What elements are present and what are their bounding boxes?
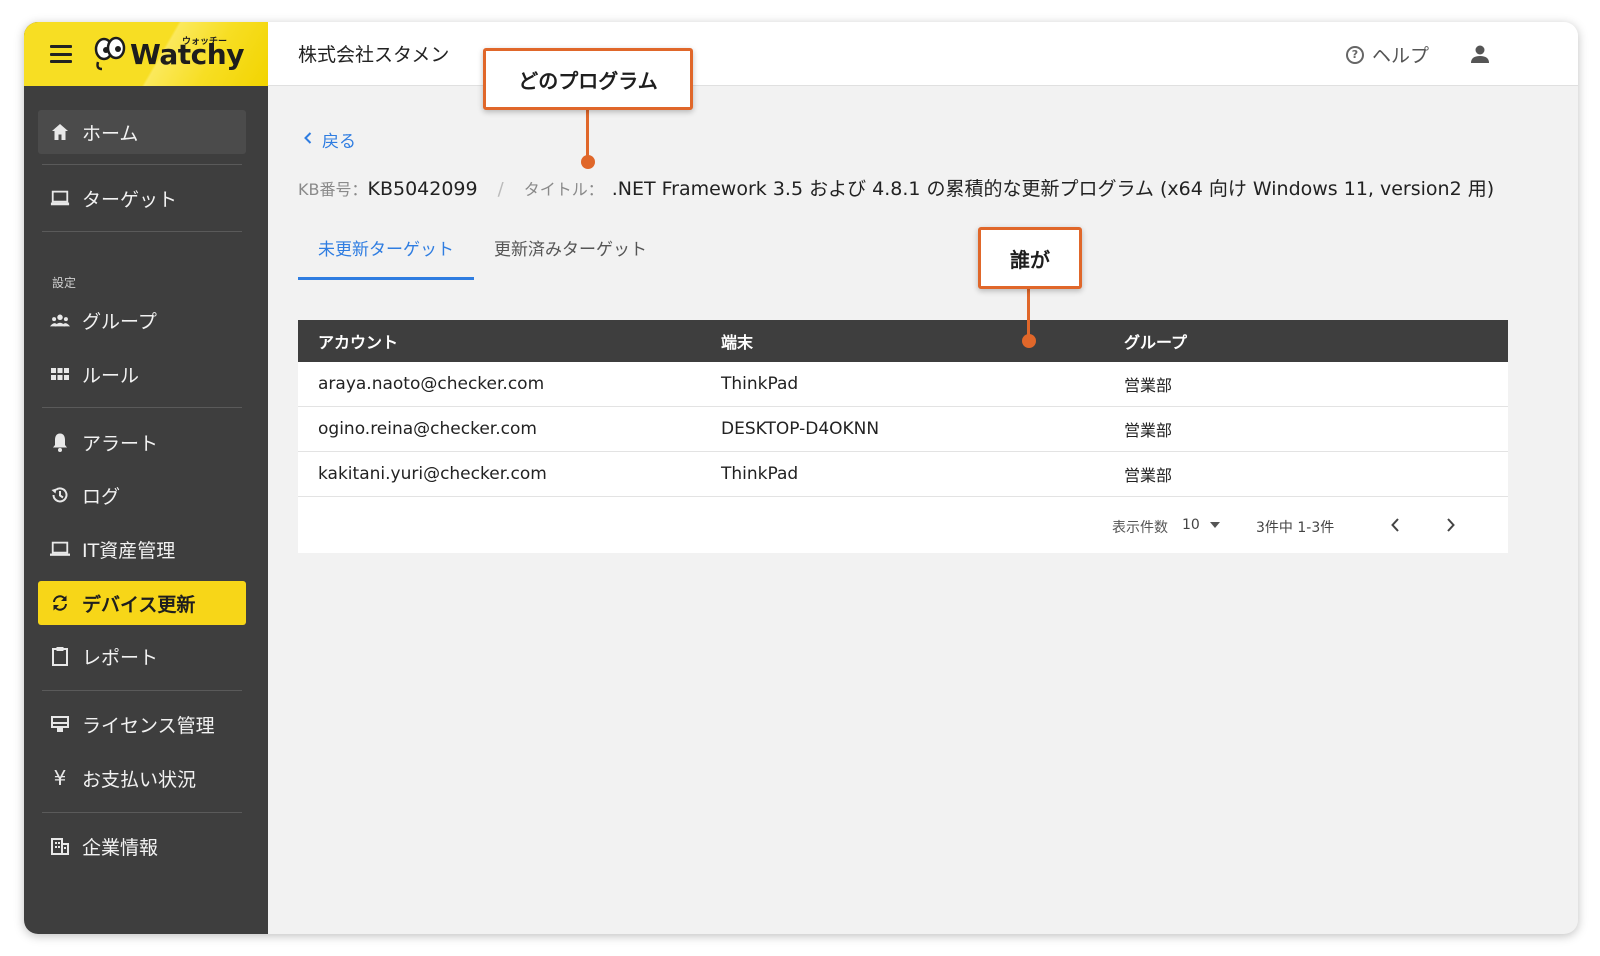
history-icon — [50, 485, 70, 505]
sidebar-item-target[interactable]: ターゲット — [38, 176, 246, 220]
yen-icon: ¥ — [53, 766, 67, 790]
callout-line-program — [586, 108, 589, 158]
sidebar-item-license[interactable]: ライセンス管理 — [38, 702, 246, 746]
logo-eyes-icon — [94, 36, 126, 71]
sidebar-item-payment[interactable]: ¥ お支払い状況 — [38, 756, 246, 800]
callout-dot-who — [1022, 334, 1036, 348]
cell-account: kakitani.yuri@checker.com — [318, 464, 547, 484]
sidebar-item-label: レポート — [82, 646, 159, 669]
sidebar-divider — [42, 407, 242, 408]
cell-group: 営業部 — [1124, 466, 1173, 485]
callout-program: どのプログラム — [483, 48, 693, 110]
page-range: 3件中 1-3件 — [1256, 520, 1335, 536]
callout-who: 誰が — [978, 227, 1082, 289]
target-tabs: 未更新ターゲット 更新済みターゲット — [298, 236, 667, 280]
help-icon: ? — [1346, 45, 1364, 64]
sidebar-item-group[interactable]: グループ — [38, 298, 246, 342]
sidebar-item-alert[interactable]: アラート — [38, 420, 246, 464]
cell-group: 営業部 — [1124, 376, 1173, 395]
sidebar-item-label: ライセンス管理 — [82, 714, 215, 737]
cell-account: araya.naoto@checker.com — [318, 374, 545, 394]
section-label-settings: 設定 — [52, 276, 77, 290]
sidebar-item-label: IT資産管理 — [82, 539, 176, 562]
sidebar-item-label: ルール — [82, 364, 140, 387]
menu-icon[interactable] — [50, 45, 72, 63]
home-icon — [50, 122, 70, 142]
help-label: ヘルプ — [1372, 45, 1430, 67]
table-header: アカウント 端末 グループ — [298, 320, 1508, 362]
main-content: 戻る KB番号： KB5042099 / タイトル： .NET Framewor… — [268, 86, 1578, 934]
cell-device: ThinkPad — [721, 464, 799, 484]
back-link[interactable]: 戻る — [304, 127, 356, 152]
sidebar-item-label: ターゲット — [82, 188, 178, 211]
kb-label: KB番号： — [298, 180, 368, 199]
sidebar-divider — [42, 812, 242, 813]
tab-not-updated[interactable]: 未更新ターゲット — [298, 236, 474, 280]
sidebar-item-device-update[interactable]: デバイス更新 — [38, 581, 246, 625]
clipboard-icon — [50, 646, 70, 666]
app-window: Watchy ウォッチー ホーム ターゲット 設定 グループ ルール アラート … — [24, 22, 1578, 934]
sidebar-item-label: ホーム — [82, 122, 139, 145]
cell-account: ogino.reina@checker.com — [318, 419, 537, 439]
logo-bar: Watchy ウォッチー — [24, 22, 268, 86]
table-row[interactable]: kakitani.yuri@checker.com ThinkPad 営業部 — [298, 452, 1508, 497]
help-link[interactable]: ? ヘルプ — [1346, 41, 1429, 68]
callout-dot-program — [581, 155, 595, 169]
company-name: 株式会社スタメン — [298, 44, 450, 66]
sidebar-item-label: グループ — [82, 310, 157, 333]
tab-updated[interactable]: 更新済みターゲット — [474, 236, 667, 280]
building-icon — [50, 836, 70, 856]
laptop-icon — [50, 539, 70, 559]
table-row[interactable]: araya.naoto@checker.com ThinkPad 営業部 — [298, 362, 1508, 407]
sidebar: Watchy ウォッチー ホーム ターゲット 設定 グループ ルール アラート … — [24, 22, 268, 934]
sidebar-item-label: 企業情報 — [82, 836, 159, 859]
chevron-left-icon — [304, 131, 312, 148]
kb-separator: / — [497, 179, 504, 200]
sidebar-item-log[interactable]: ログ — [38, 473, 246, 517]
next-page-button[interactable] — [1441, 513, 1461, 537]
per-page-label: 表示件数 — [1112, 520, 1168, 536]
logo-ruby: ウォッチー — [182, 37, 228, 47]
title-label: タイトル： — [523, 180, 604, 199]
table-row[interactable]: ogino.reina@checker.com DESKTOP-D4OKNN 営… — [298, 407, 1508, 452]
top-header: 株式会社スタメン ? ヘルプ — [268, 22, 1578, 86]
sidebar-item-company-info[interactable]: 企業情報 — [38, 824, 246, 868]
bell-icon — [50, 432, 70, 452]
back-label: 戻る — [322, 132, 356, 152]
cell-device: ThinkPad — [721, 374, 799, 394]
sidebar-divider — [42, 231, 242, 232]
title-value: .NET Framework 3.5 および 4.8.1 の累積的な更新プログラ… — [611, 178, 1495, 200]
column-header-device[interactable]: 端末 — [701, 329, 1104, 353]
sidebar-item-label: アラート — [82, 432, 159, 455]
sync-icon — [50, 593, 70, 613]
sidebar-item-label: デバイス更新 — [82, 593, 196, 616]
caret-down-icon — [1209, 522, 1220, 528]
cell-device: DESKTOP-D4OKNN — [721, 419, 880, 439]
per-page-select[interactable]: 10 — [1182, 517, 1220, 533]
prev-page-button[interactable] — [1385, 513, 1405, 537]
cell-group: 営業部 — [1124, 421, 1173, 440]
sidebar-divider — [42, 690, 242, 691]
target-table: アカウント 端末 グループ araya.naoto@checker.com Th… — [298, 320, 1508, 553]
column-header-account[interactable]: アカウント — [298, 329, 701, 353]
license-icon — [50, 714, 70, 734]
pagination: 表示件数 10 3件中 1-3件 — [298, 497, 1508, 553]
group-icon — [50, 310, 70, 330]
sidebar-item-label: ログ — [82, 485, 121, 508]
sidebar-item-label: お支払い状況 — [82, 768, 197, 791]
kb-value: KB5042099 — [367, 178, 478, 200]
grid-icon — [50, 364, 70, 384]
sidebar-item-rule[interactable]: ルール — [38, 352, 246, 396]
sidebar-item-home[interactable]: ホーム — [38, 110, 246, 154]
kb-info: KB番号： KB5042099 / タイトル： .NET Framework 3… — [298, 174, 1494, 201]
column-header-group[interactable]: グループ — [1104, 329, 1508, 353]
per-page-value: 10 — [1182, 517, 1200, 533]
sidebar-divider — [42, 164, 242, 165]
sidebar-item-it-asset[interactable]: IT資産管理 — [38, 527, 246, 571]
sidebar-item-report[interactable]: レポート — [38, 634, 246, 678]
computer-icon — [50, 188, 70, 208]
user-icon[interactable] — [1468, 42, 1492, 66]
